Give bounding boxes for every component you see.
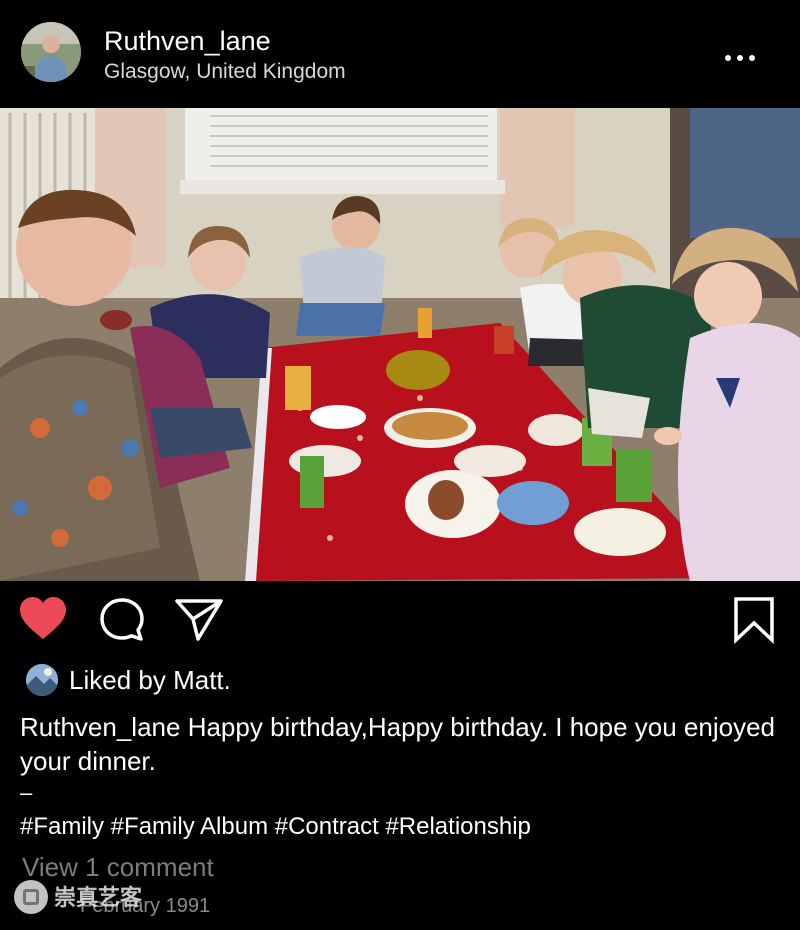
user-avatar[interactable] — [21, 22, 81, 82]
paper-plane-icon[interactable] — [174, 598, 224, 642]
watermark-logo-icon — [14, 880, 48, 914]
comment-bubble-icon[interactable] — [98, 596, 146, 644]
heart-icon[interactable] — [18, 596, 68, 642]
post-actions — [0, 590, 800, 652]
caption-separator: – — [20, 780, 33, 805]
watermark-text: 崇真艺客 — [54, 886, 143, 911]
caption-username[interactable]: Ruthven_lane — [20, 712, 180, 742]
post-photo[interactable] — [0, 108, 800, 581]
post-location[interactable]: Glasgow, United Kingdom — [104, 60, 346, 84]
bookmark-icon[interactable] — [732, 596, 776, 645]
post-username[interactable]: Ruthven_lane — [104, 26, 271, 57]
hashtags[interactable]: #Family #Family Album #Contract #Relatio… — [20, 813, 531, 841]
liked-by-prefix: Liked by — [69, 665, 174, 695]
view-comments-link[interactable]: View 1 comment — [22, 852, 214, 883]
liked-by-avatar[interactable] — [26, 664, 58, 696]
post-header: Ruthven_lane Glasgow, United Kingdom — [0, 0, 800, 108]
liked-by-user[interactable]: Matt. — [173, 665, 231, 695]
post-caption: Ruthven_lane Happy birthday,Happy birthd… — [20, 710, 780, 778]
liked-by-text: Liked by Matt. — [69, 665, 231, 696]
more-dots-icon[interactable] — [720, 44, 760, 72]
